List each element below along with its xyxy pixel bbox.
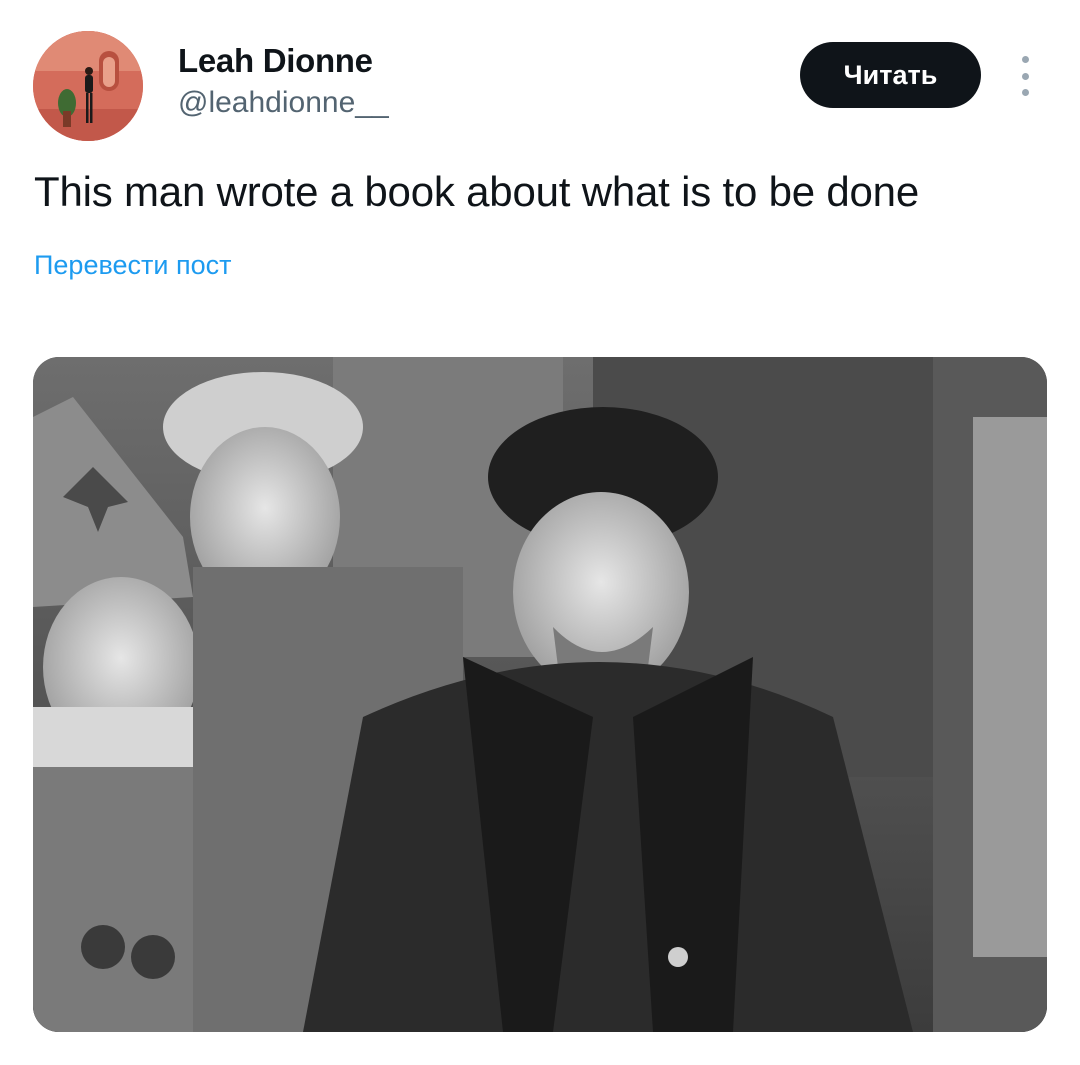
user-handle[interactable]: @leahdionne__ — [178, 86, 389, 120]
follow-button[interactable]: Читать — [800, 42, 981, 108]
avatar[interactable] — [33, 31, 143, 141]
translate-post-link[interactable]: Перевести пост — [34, 250, 231, 281]
more-vertical-icon[interactable] — [1012, 56, 1038, 96]
historical-photo-image — [33, 357, 1047, 1032]
dot — [1021, 72, 1029, 80]
post-text: This man wrote a book about what is to b… — [34, 168, 920, 215]
dot — [1021, 56, 1029, 63]
post-media-photo[interactable] — [33, 357, 1047, 1032]
dot — [1021, 89, 1029, 96]
profile-photo-avatar-icon — [33, 31, 143, 141]
display-name[interactable]: Leah Dionne — [178, 42, 373, 80]
